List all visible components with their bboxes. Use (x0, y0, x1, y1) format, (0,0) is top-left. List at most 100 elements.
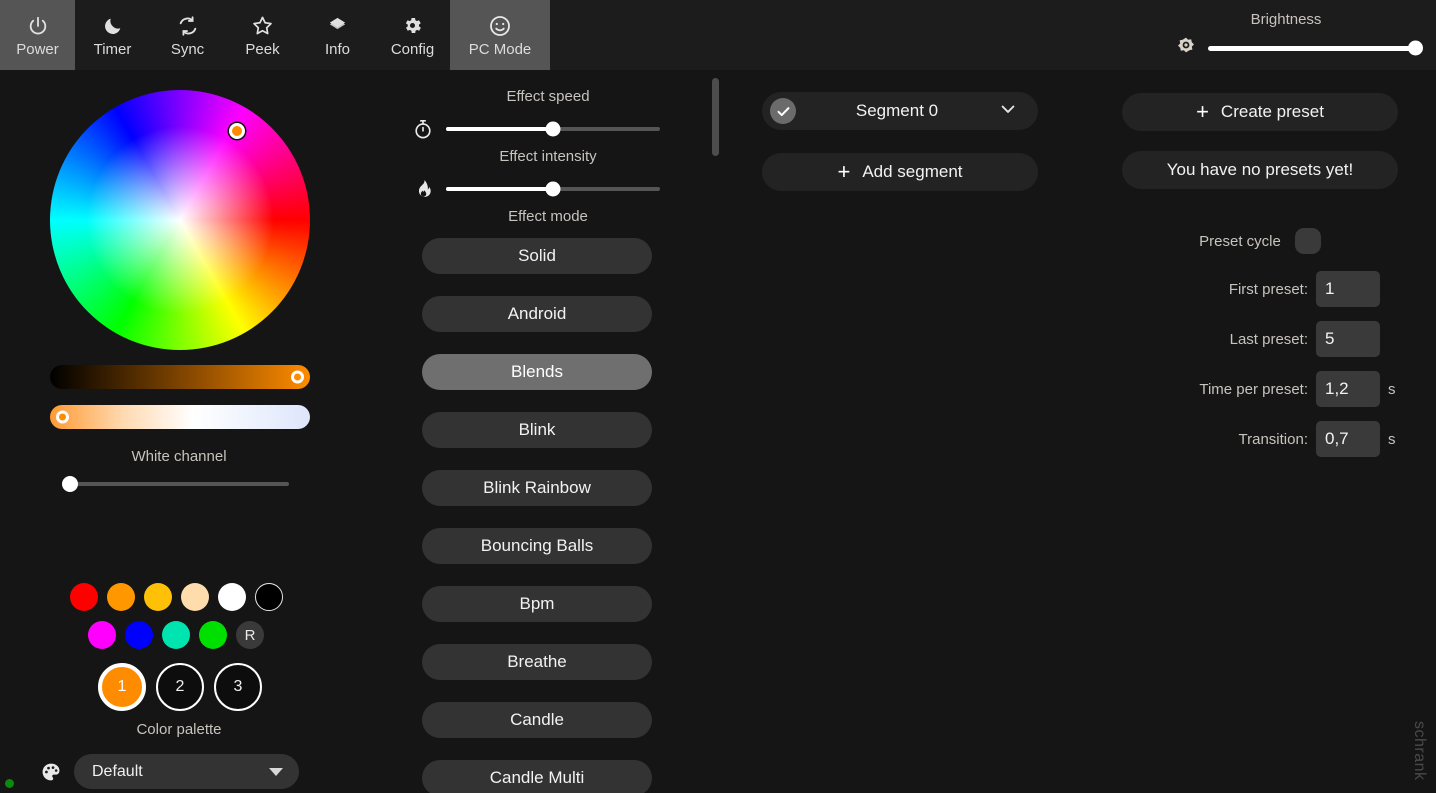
last-preset-label: Last preset: (1229, 330, 1308, 348)
nav-tab-power[interactable]: Power (0, 0, 75, 70)
saturation-slider[interactable] (50, 365, 310, 389)
color-swatch-row-1 (70, 583, 283, 611)
color-palette-select[interactable]: Default (74, 754, 299, 789)
last-preset-input[interactable] (1316, 321, 1380, 357)
color-slot-3[interactable]: 3 (214, 663, 262, 711)
gear-icon (402, 13, 423, 39)
create-preset-button[interactable]: + Create preset (1122, 93, 1398, 131)
create-preset-label: Create preset (1220, 102, 1324, 121)
effect-intensity-fill (446, 187, 553, 191)
effect-item-solid[interactable]: Solid (422, 238, 652, 274)
swatch-white[interactable] (218, 583, 246, 611)
swatch-black[interactable] (255, 583, 283, 611)
effect-intensity-slider[interactable] (446, 181, 660, 197)
add-segment-label: Add segment (862, 162, 963, 181)
plus-icon: + (1196, 99, 1209, 124)
nav-tab-peek-label: Peek (245, 40, 280, 58)
effect-item-label: Android (507, 304, 567, 323)
sun-icon (1174, 36, 1198, 60)
color-wheel-marker[interactable] (229, 123, 245, 139)
nav-tab-config[interactable]: Config (375, 0, 450, 70)
effect-item-blink[interactable]: Blink (422, 412, 652, 448)
swatch-random-button[interactable]: R (236, 621, 264, 649)
transition-input[interactable] (1316, 421, 1380, 457)
swatch-peach[interactable] (181, 583, 209, 611)
effect-item-bouncing-balls[interactable]: Bouncing Balls (422, 528, 652, 564)
white-channel-slider-knob[interactable] (62, 476, 78, 492)
effect-item-label: Blends (511, 362, 563, 381)
effect-item-blink-rainbow[interactable]: Blink Rainbow (422, 470, 652, 506)
effects-scrollbar-thumb[interactable] (712, 78, 719, 156)
effect-item-blends[interactable]: Blends (422, 354, 652, 390)
effect-intensity-knob[interactable] (545, 181, 561, 197)
effect-item-candle-multi[interactable]: Candle Multi (422, 760, 652, 793)
effect-speed-knob[interactable] (545, 121, 561, 137)
color-slot-buttons: 1 2 3 (98, 663, 262, 711)
value-slider[interactable] (50, 405, 310, 429)
effect-item-label: Solid (518, 246, 556, 265)
first-preset-row: First preset: (1082, 271, 1398, 307)
chevron-down-icon[interactable] (998, 99, 1024, 124)
preset-cycle-toggle[interactable] (1294, 228, 1321, 254)
nav-tab-sync[interactable]: Sync (150, 0, 225, 70)
segment-name-label: Segment 0 (855, 101, 939, 120)
stopwatch-icon (412, 117, 434, 141)
color-slot-2-label: 2 (175, 678, 185, 695)
brightness-control: Brightness (1146, 0, 1426, 70)
effect-item-label: Blink (518, 420, 556, 439)
effect-item-candle[interactable]: Candle (422, 702, 652, 738)
white-channel-label: White channel (131, 448, 227, 465)
swatch-red[interactable] (70, 583, 98, 611)
brightness-slider[interactable] (1208, 40, 1423, 56)
first-preset-input[interactable] (1316, 271, 1380, 307)
effect-intensity-row (412, 177, 660, 201)
swatch-amber[interactable] (144, 583, 172, 611)
device-name-label: schrank (1411, 721, 1428, 781)
swatch-magenta[interactable] (88, 621, 116, 649)
nav-tab-timer[interactable]: Timer (75, 0, 150, 70)
saturation-slider-knob[interactable] (291, 370, 304, 384)
flame-icon (412, 177, 434, 201)
nav-tab-config-label: Config (390, 40, 435, 58)
color-panel: White channel R 1 2 3 Color palette Defa… (0, 70, 358, 793)
effect-speed-slider[interactable] (446, 121, 660, 137)
swatch-blue[interactable] (125, 621, 153, 649)
effect-item-bpm[interactable]: Bpm (422, 586, 652, 622)
segment-enabled-checkbox[interactable] (770, 98, 796, 124)
color-palette-selected-value: Default (92, 762, 143, 780)
nav-tab-info[interactable]: Info (300, 0, 375, 70)
effect-speed-fill (446, 127, 553, 131)
effect-item-label: Blink Rainbow (483, 478, 591, 497)
swatch-random-label: R (244, 626, 256, 644)
transition-row: Transition: s (1082, 421, 1398, 457)
brightness-slider-knob[interactable] (1408, 40, 1423, 56)
segment-row[interactable]: Segment 0 (762, 92, 1038, 130)
color-slot-1[interactable]: 1 (98, 663, 146, 711)
nav-tab-sync-label: Sync (170, 40, 205, 58)
moon-icon (102, 13, 124, 39)
effect-item-breathe[interactable]: Breathe (422, 644, 652, 680)
layers-icon (326, 13, 349, 39)
color-slot-2[interactable]: 2 (156, 663, 204, 711)
time-per-preset-label: Time per preset: (1199, 380, 1308, 398)
presets-empty-label: You have no presets yet! (1166, 160, 1354, 179)
brightness-slider-row (1174, 36, 1423, 60)
effect-item-android[interactable]: Android (422, 296, 652, 332)
white-channel-slider[interactable] (62, 476, 289, 492)
color-wheel[interactable] (50, 90, 310, 350)
swatch-green[interactable] (199, 621, 227, 649)
smiley-icon (488, 13, 512, 39)
swatch-turquoise[interactable] (162, 621, 190, 649)
effect-item-label: Bpm (519, 594, 555, 613)
effects-scrollbar[interactable] (712, 78, 719, 778)
palette-icon (40, 761, 62, 783)
add-segment-button[interactable]: + Add segment (762, 153, 1038, 191)
swatch-orange[interactable] (107, 583, 135, 611)
first-preset-label: First preset: (1228, 280, 1308, 298)
star-icon (251, 13, 274, 39)
time-per-preset-input[interactable] (1316, 371, 1380, 407)
nav-tab-pc-mode[interactable]: PC Mode (450, 0, 550, 70)
nav-tab-peek[interactable]: Peek (225, 0, 300, 70)
color-palette-label: Color palette (136, 721, 222, 738)
value-slider-knob[interactable] (56, 410, 69, 424)
